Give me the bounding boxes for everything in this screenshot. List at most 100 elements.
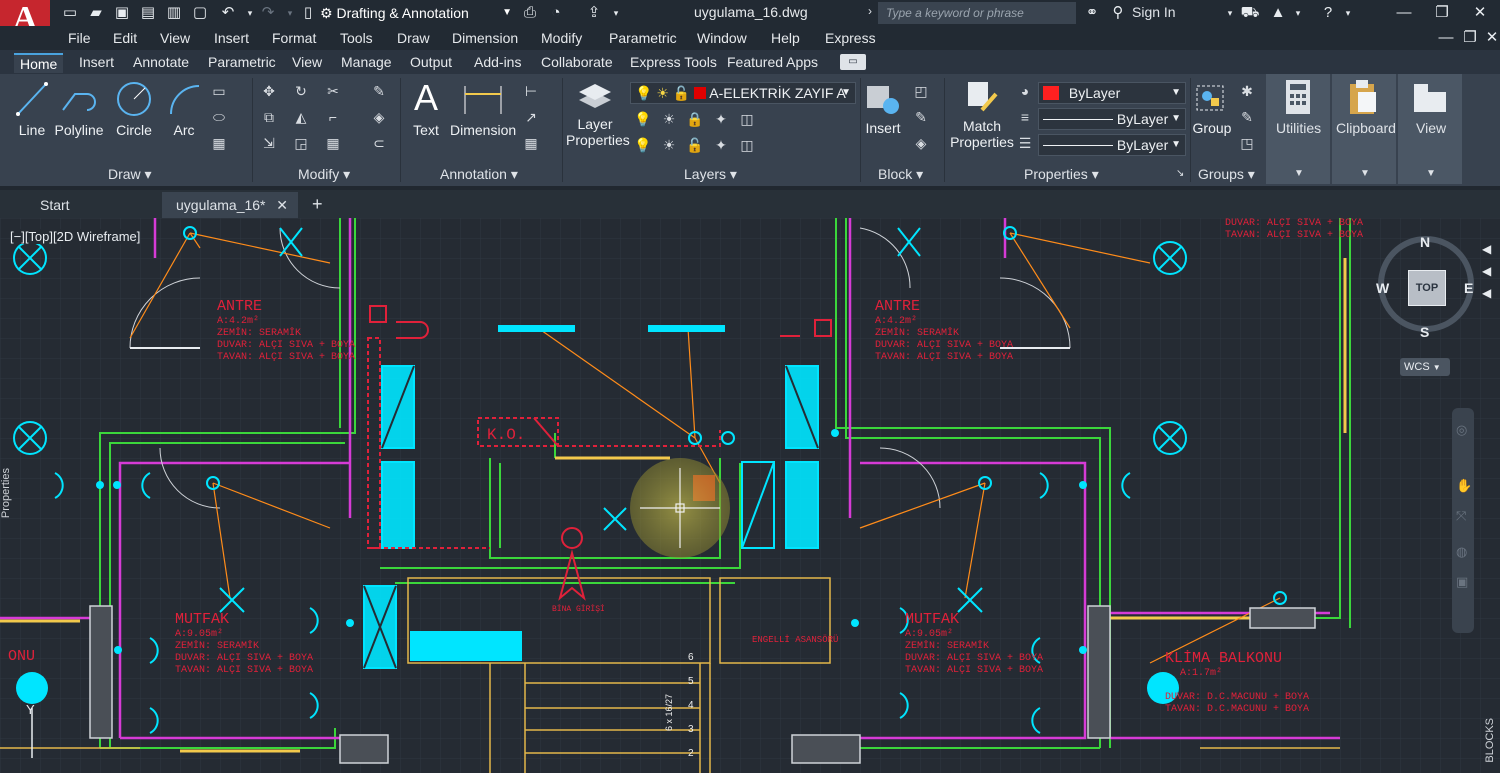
panel-title-draw[interactable]: Draw ▾ [108, 166, 152, 183]
menu-express[interactable]: Express [825, 30, 876, 46]
fillet-icon[interactable]: ⌐ [324, 108, 342, 126]
print-icon[interactable]: ⎙ [520, 3, 540, 23]
tab-featured-apps[interactable]: Featured Apps [721, 53, 824, 73]
panel-title-modify[interactable]: Modify ▾ [298, 166, 350, 183]
doc-minimize-icon[interactable]: — [1436, 28, 1456, 48]
tab-parametric[interactable]: Parametric [202, 53, 282, 73]
menu-edit[interactable]: Edit [113, 30, 137, 46]
tab-express-tools[interactable]: Express Tools [624, 53, 723, 73]
layer-thaw-icon[interactable]: ☀ [660, 136, 678, 154]
edit-block-icon[interactable]: ✎ [912, 108, 930, 126]
sign-in-dropdown-icon[interactable]: ▾ [1220, 3, 1240, 23]
line-button[interactable]: Line [12, 80, 52, 138]
share-drawing-icon[interactable]: ⇪ [584, 3, 604, 23]
palette-arrow-icon[interactable]: ◀ [1482, 242, 1491, 256]
navigation-bar[interactable]: ◎ ✋ ⤧ ◍ ▣ [1452, 408, 1474, 633]
edit-attribute-icon[interactable]: ◈ [912, 134, 930, 152]
array-icon[interactable]: ▦ [324, 134, 342, 152]
minimize-icon[interactable]: — [1394, 3, 1414, 23]
compass-west[interactable]: W [1376, 280, 1389, 296]
redo-dropdown-icon[interactable]: ▾ [280, 3, 300, 23]
panel-title-block[interactable]: Block ▾ [878, 166, 923, 183]
linear-dim-icon[interactable]: ⊢ [522, 82, 540, 100]
connect-dropdown-icon[interactable]: ▾ [1288, 3, 1308, 23]
new-tab-icon[interactable]: + [312, 194, 323, 215]
drawing-viewport[interactable]: [−][Top][2D Wireframe] Properties BLOCKS… [0, 218, 1500, 773]
erase-icon[interactable]: ✎ [370, 82, 388, 100]
compass-east[interactable]: E [1464, 280, 1473, 296]
layer-unlock-icon[interactable]: 🔓 [686, 136, 704, 154]
menu-insert[interactable]: Insert [214, 30, 249, 46]
viewport-controls[interactable]: [−][Top][2D Wireframe] [10, 229, 141, 244]
share-icon[interactable]: ◔ [546, 3, 566, 23]
match-properties-button[interactable]: Match Properties [950, 80, 1014, 150]
web-mobile-icon[interactable]: ▥ [164, 3, 184, 23]
panel-title-properties[interactable]: Properties ▾ [1024, 166, 1099, 183]
pan-icon[interactable]: ✋ [1456, 478, 1472, 494]
create-block-icon[interactable]: ◰ [912, 82, 930, 100]
doc-close-icon[interactable]: ✕ [1482, 28, 1500, 48]
tab-insert[interactable]: Insert [73, 53, 120, 73]
offset-icon[interactable]: ⊂ [370, 134, 388, 152]
stretch-icon[interactable]: ⇲ [260, 134, 278, 152]
panel-title-groups[interactable]: Groups ▾ [1198, 166, 1255, 183]
save-as-icon[interactable]: ▤ [138, 3, 158, 23]
color-wheel-icon[interactable]: ◕ [1016, 82, 1034, 100]
help-icon[interactable]: ? [1318, 3, 1338, 23]
rotate-icon[interactable]: ↻ [292, 82, 310, 100]
menu-dimension[interactable]: Dimension [452, 30, 518, 46]
tab-manage[interactable]: Manage [335, 53, 398, 73]
menu-view[interactable]: View [160, 30, 190, 46]
menu-parametric[interactable]: Parametric [609, 30, 677, 46]
connect-icon[interactable]: ▲ [1268, 3, 1288, 23]
trim-icon[interactable]: ✂ [324, 82, 342, 100]
clipboard-panel[interactable]: Clipboard ▼ [1332, 74, 1396, 184]
search-expand-icon[interactable]: › [868, 4, 872, 18]
group-button[interactable]: Group [1192, 80, 1232, 136]
binoculars-icon[interactable]: ⚭ [1082, 3, 1102, 23]
zoom-extents-icon[interactable]: ⤧ [1456, 508, 1466, 524]
viewcube-top[interactable]: TOP [1408, 270, 1446, 306]
compass-north[interactable]: N [1420, 234, 1430, 250]
properties-palette-label[interactable]: Properties [0, 468, 12, 518]
redo-icon[interactable]: ↷ [258, 3, 278, 23]
menu-help[interactable]: Help [771, 30, 800, 46]
rectangle-icon[interactable]: ▭ [210, 82, 228, 100]
tab-output[interactable]: Output [404, 53, 458, 73]
dimension-button[interactable]: Dimension [450, 80, 516, 138]
panel-title-layers[interactable]: Layers ▾ [684, 166, 737, 183]
tab-view[interactable]: View [286, 53, 328, 73]
tab-collaborate[interactable]: Collaborate [535, 53, 619, 73]
layer-freeze-icon[interactable]: ☀ [660, 110, 678, 128]
menu-tools[interactable]: Tools [340, 30, 373, 46]
layer-dropdown[interactable]: 💡 ☀ 🔓 A-ELEKTRİK ZAYIF A ▼ [630, 82, 856, 104]
customize-quick-access-icon[interactable]: ▾ [606, 3, 626, 23]
ribbon-minimize-icon[interactable]: ▭ [840, 54, 866, 70]
arc-button[interactable]: Arc [164, 80, 204, 138]
palette-arrow-icon[interactable]: ◀ [1482, 264, 1491, 278]
linetype-icon[interactable]: ☰ [1016, 134, 1034, 152]
menu-modify[interactable]: Modify [541, 30, 582, 46]
menu-format[interactable]: Format [272, 30, 316, 46]
plot-icon[interactable]: ▢ [190, 3, 210, 23]
move-icon[interactable]: ✥ [260, 82, 278, 100]
workspace-switcher[interactable]: ⚙ Drafting & Annotation ▼ [320, 2, 516, 24]
table-icon[interactable]: ▦ [522, 134, 540, 152]
save-icon[interactable]: ▣ [112, 3, 132, 23]
blocks-palette-label[interactable]: BLOCKS [1484, 718, 1496, 763]
circle-button[interactable]: Circle [112, 80, 156, 138]
layer-properties-button[interactable]: Layer Properties [566, 78, 630, 148]
tab-home[interactable]: Home [14, 53, 64, 73]
insert-block-button[interactable]: Insert [864, 80, 902, 136]
undo-dropdown-icon[interactable]: ▾ [240, 3, 260, 23]
layer-copy-icon[interactable]: ◫ [738, 136, 756, 154]
compass-south[interactable]: S [1420, 324, 1429, 340]
layer-match-icon[interactable]: ✦ [712, 110, 730, 128]
user-icon[interactable]: ⚲ [1108, 3, 1128, 23]
text-button[interactable]: A Text [408, 78, 444, 139]
utilities-panel[interactable]: Utilities ▼ [1266, 74, 1330, 184]
view-panel[interactable]: View ▼ [1398, 74, 1462, 184]
steering-wheel-icon[interactable]: ◎ [1456, 422, 1467, 438]
layer-off-icon[interactable]: 💡 [634, 110, 652, 128]
showmotion-icon[interactable]: ▣ [1456, 574, 1468, 590]
